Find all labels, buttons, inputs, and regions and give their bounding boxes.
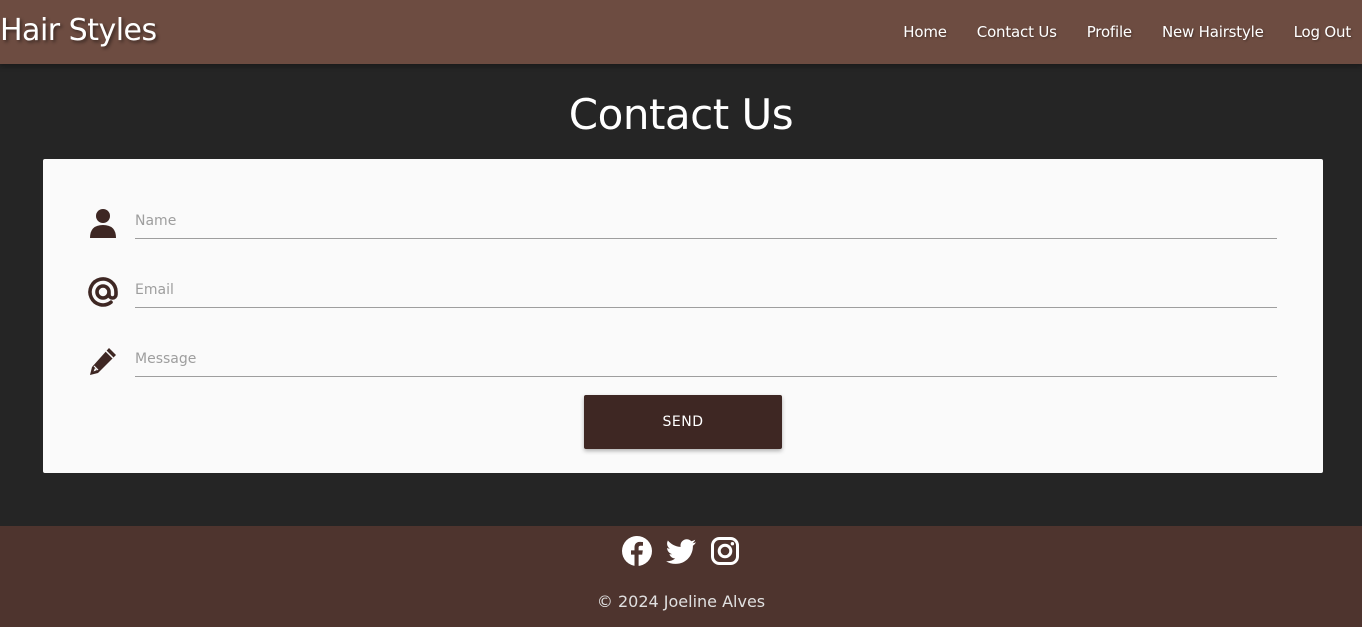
contact-form: SEND [43,159,1323,473]
name-input[interactable] [135,203,1277,239]
email-field-row [87,266,1277,314]
message-input[interactable] [135,341,1277,377]
social-links [0,535,1362,567]
nav-link-home[interactable]: Home [888,23,962,41]
twitter-icon[interactable] [665,535,697,567]
copyright-text: © 2024 Joeline Alves [596,592,766,611]
email-input[interactable] [135,272,1277,308]
facebook-icon[interactable] [621,535,653,567]
footer: © 2024 Joeline Alves [0,526,1362,627]
nav-link-log-out[interactable]: Log Out [1279,23,1352,41]
nav-links: Home Contact Us Profile New Hairstyle Lo… [888,0,1351,64]
top-navbar: Hair Styles Home Contact Us Profile New … [0,0,1362,64]
at-sign-icon [87,276,119,308]
person-icon [87,207,119,239]
name-field-row [87,197,1277,245]
page-title: Contact Us [568,90,794,139]
nav-link-new-hairstyle[interactable]: New Hairstyle [1147,23,1279,41]
message-field-row [87,335,1277,383]
brand-logo-link[interactable]: Hair Styles [0,13,157,48]
pencil-icon [87,345,119,377]
instagram-icon[interactable] [709,535,741,567]
nav-link-contact-us[interactable]: Contact Us [962,23,1072,41]
send-button[interactable]: SEND [584,395,782,449]
nav-link-profile[interactable]: Profile [1072,23,1147,41]
